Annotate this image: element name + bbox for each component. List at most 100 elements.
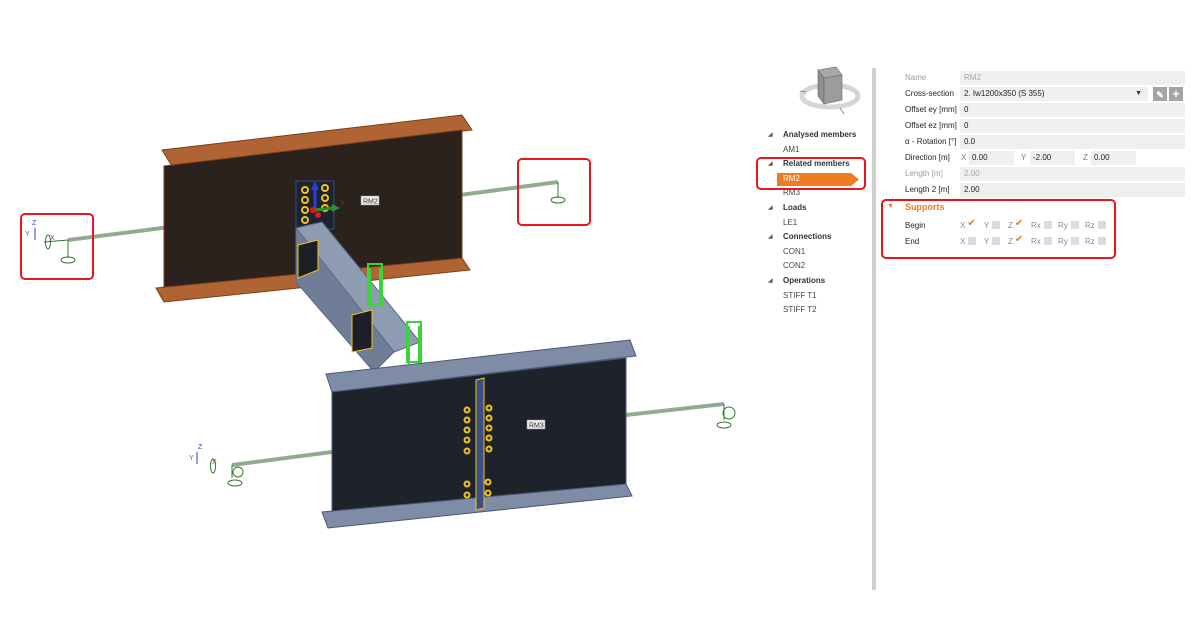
- stiffener-t2: [351, 309, 373, 353]
- support-rm2-end[interactable]: [550, 182, 566, 204]
- axis-label: Rz: [1085, 237, 1095, 246]
- add-cross-section-button[interactable]: +: [1169, 87, 1183, 101]
- collapse-triangle-icon[interactable]: ◢: [768, 274, 773, 289]
- checkbox-begin-rx[interactable]: [1043, 220, 1052, 229]
- tree-item-stiff-t2[interactable]: STIFF T2: [766, 303, 866, 318]
- prop-label: α - Rotation [°]: [905, 137, 957, 146]
- axis-label: X: [960, 221, 966, 230]
- axis-label: Ry: [1058, 221, 1068, 230]
- tree-item-label: LE1: [783, 217, 798, 227]
- 3d-viewport[interactable]: Y Z Y X Z Y X RM2 RM3: [0, 0, 760, 630]
- prop-label: Offset ey [mm]: [905, 105, 957, 114]
- prop-offset-ez: Offset ez [mm] 0: [899, 118, 1199, 134]
- prop-length: Length [m] 2.00: [899, 166, 1199, 182]
- support-row-label: Begin: [905, 221, 926, 230]
- length2-field[interactable]: 2.00: [960, 183, 1185, 197]
- gizmo-y-label: Y: [340, 199, 346, 208]
- svg-text:X: X: [50, 235, 55, 242]
- tree-item-con1[interactable]: CON1: [766, 245, 866, 260]
- panel-splitter[interactable]: [872, 68, 876, 590]
- axis-triad-bottom: Z Y X: [189, 444, 217, 466]
- svg-text:Y: Y: [25, 231, 30, 238]
- collapse-triangle-icon[interactable]: ◢: [768, 201, 773, 216]
- label-rm2: RM2: [360, 195, 380, 206]
- tree-item-stiff-t1[interactable]: STIFF T1: [766, 289, 866, 304]
- tree-group-label: Loads: [783, 202, 807, 212]
- axis-label: Rz: [1085, 221, 1095, 230]
- model-canvas[interactable]: Y Z Y X Z Y X RM2 RM3: [0, 0, 760, 630]
- collapse-triangle-icon[interactable]: ◢: [768, 230, 773, 245]
- beam-rm3[interactable]: [321, 339, 637, 529]
- svg-text:X: X: [212, 459, 217, 466]
- prop-rotation: α - Rotation [°] 0.0: [899, 134, 1199, 150]
- prop-direction: Direction [m] X 0.00 Y -2.00 Z 0.00: [899, 150, 1199, 166]
- edit-cross-section-button[interactable]: ✎: [1153, 87, 1167, 101]
- tree-group-label: Connections: [783, 232, 832, 242]
- offset-ez-field[interactable]: 0: [960, 119, 1185, 133]
- direction-z-field[interactable]: 0.00: [1091, 151, 1136, 165]
- prop-label: Name: [905, 73, 927, 82]
- support-row-label: End: [905, 237, 920, 246]
- length-field: 2.00: [960, 167, 1185, 181]
- tree-group-connections[interactable]: ◢ Connections: [766, 230, 866, 245]
- direction-x-field[interactable]: 0.00: [969, 151, 1014, 165]
- tree-group-label: Operations: [783, 275, 826, 285]
- tree-item-label: CON1: [783, 246, 806, 256]
- rotation-field[interactable]: 0.0: [960, 135, 1185, 149]
- direction-x-label: X: [961, 153, 967, 162]
- checkbox-begin-x[interactable]: [967, 217, 976, 231]
- collapse-triangle-icon[interactable]: ◢: [768, 128, 773, 143]
- axis-triad-left: Z Y X: [25, 220, 55, 242]
- prop-length2: Length 2 [m] 2.00: [899, 182, 1199, 198]
- tree-item-con2[interactable]: CON2: [766, 259, 866, 274]
- checkbox-begin-ry[interactable]: [1070, 220, 1079, 229]
- svg-text:Z: Z: [198, 444, 203, 451]
- checkbox-end-x[interactable]: [968, 236, 977, 245]
- member-axis-line-rm2-left: [67, 225, 171, 242]
- prop-label: Length [m]: [905, 169, 943, 178]
- stiffener-rm3: [475, 377, 485, 511]
- checkbox-end-z[interactable]: [1015, 233, 1024, 247]
- prop-label: Length 2 [m]: [905, 185, 950, 194]
- prop-name: Name RM2: [899, 70, 1199, 86]
- view-cube-icon[interactable]: [796, 64, 864, 116]
- svg-text:Y: Y: [189, 455, 194, 462]
- direction-z-label: Z: [1083, 153, 1088, 162]
- support-rm3-end[interactable]: [716, 404, 736, 429]
- label-rm3: RM3: [526, 419, 546, 430]
- tree-group-operations[interactable]: ◢ Operations: [766, 274, 866, 289]
- tree-group-analysed-members[interactable]: ◢ Analysed members: [766, 128, 866, 143]
- plus-icon: +: [1172, 87, 1180, 101]
- tree-item-le1[interactable]: LE1: [766, 216, 866, 231]
- expand-triangle-icon[interactable]: ▼: [887, 203, 894, 210]
- highlight-related-members: [756, 157, 866, 190]
- chevron-down-icon[interactable]: ▼: [1135, 87, 1142, 101]
- tree-item-label: CON2: [783, 261, 806, 271]
- checkbox-end-y[interactable]: [992, 236, 1001, 245]
- name-field: RM2: [960, 71, 1185, 85]
- supports-title: Supports: [905, 202, 945, 212]
- checkbox-begin-y[interactable]: [992, 220, 1001, 229]
- tree-item-label: AM1: [783, 144, 800, 154]
- offset-ey-field[interactable]: 0: [960, 103, 1185, 117]
- axis-label: Z: [1008, 221, 1013, 230]
- axis-label: Rx: [1031, 221, 1041, 230]
- axis-label: Rx: [1031, 237, 1041, 246]
- checkbox-end-rx[interactable]: [1043, 236, 1052, 245]
- checkbox-end-rz[interactable]: [1097, 236, 1106, 245]
- checkbox-end-ry[interactable]: [1070, 236, 1079, 245]
- prop-label: Direction [m]: [905, 153, 950, 162]
- svg-text:Z: Z: [32, 220, 37, 227]
- tree-item-am1[interactable]: AM1: [766, 143, 866, 158]
- tree-group-loads[interactable]: ◢ Loads: [766, 201, 866, 216]
- pencil-icon: ✎: [1156, 90, 1164, 100]
- checkbox-begin-rz[interactable]: [1097, 220, 1106, 229]
- checkbox-begin-z[interactable]: [1015, 217, 1024, 231]
- cross-section-select[interactable]: 2. Iw1200x350 (S 355) ▼: [960, 87, 1148, 101]
- direction-y-field[interactable]: -2.00: [1030, 151, 1075, 165]
- svg-text:RM3: RM3: [529, 423, 544, 430]
- axis-label: Y: [984, 237, 990, 246]
- svg-text:RM2: RM2: [363, 199, 378, 206]
- prop-label: Offset ez [mm]: [905, 121, 957, 130]
- axis-label: Z: [1008, 237, 1013, 246]
